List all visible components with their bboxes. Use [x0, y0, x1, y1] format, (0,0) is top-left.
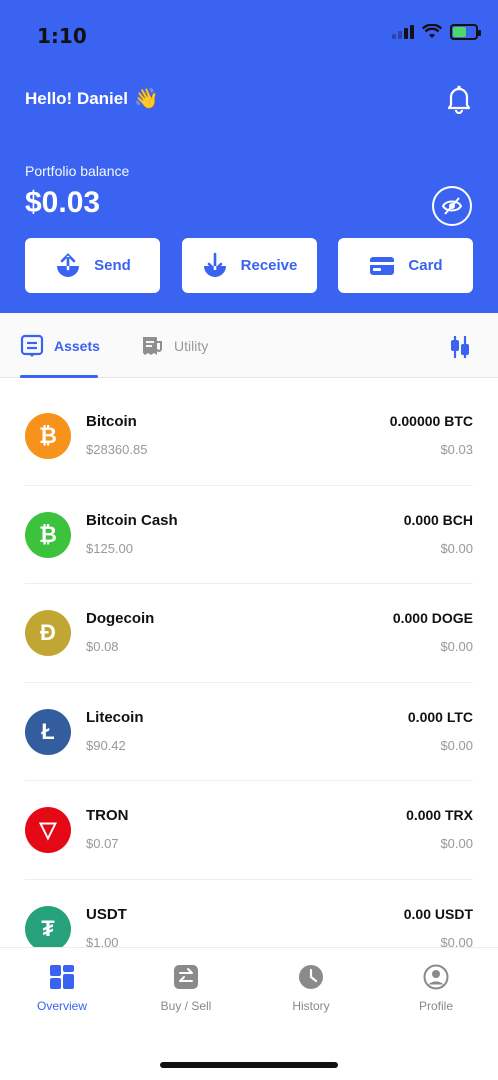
asset-name: Litecoin	[86, 708, 144, 726]
hide-balance-button[interactable]	[432, 186, 472, 226]
nav-overview[interactable]: Overview	[0, 964, 124, 1013]
asset-fiat-value: $0.00	[440, 836, 473, 851]
nav-profile-label: Profile	[418, 999, 453, 1013]
dashboard-grid-icon	[50, 965, 74, 989]
tron-icon: ▽	[25, 807, 71, 853]
send-button[interactable]: Send	[25, 238, 160, 293]
filter-sliders-icon[interactable]	[448, 335, 472, 359]
asset-name: Bitcoin	[86, 413, 137, 430]
bottom-nav: Overview Buy / Sell History Profile	[0, 947, 498, 1080]
action-buttons: Send Receive Card	[25, 238, 473, 293]
card-label: Card	[408, 257, 443, 274]
greeting: Hello! Daniel 👋	[25, 86, 159, 111]
bell-icon[interactable]	[446, 84, 472, 114]
asset-fiat-value: $0.00	[440, 737, 473, 753]
balance-label: Portfolio balance	[25, 163, 130, 179]
asset-row-dogecoin[interactable]: Ð Dogecoin $0.08 0.000 DOGE $0.00	[25, 584, 473, 683]
receive-download-icon	[203, 252, 226, 277]
clock-history-icon	[299, 965, 323, 989]
nav-buy-sell[interactable]: Buy / Sell	[124, 964, 248, 1013]
header: 1:10 Hello! Daniel 👋 Portfolio balance $…	[0, 0, 498, 313]
asset-amount: 0.00 USDT	[403, 905, 473, 922]
receipt-icon	[143, 336, 162, 355]
dogecoin-icon: Ð	[25, 610, 71, 656]
asset-amount: 0.00000 BTC	[389, 413, 473, 429]
asset-row-tron[interactable]: ▽ TRON $0.07 0.000 TRX $0.00	[25, 781, 473, 880]
receive-label: Receive	[240, 257, 298, 274]
wallet-list-icon	[20, 334, 44, 357]
card-icon	[370, 256, 395, 275]
eye-off-icon	[441, 197, 463, 215]
asset-amount: 0.000 BCH	[403, 511, 473, 528]
battery-icon	[450, 24, 481, 40]
asset-name: USDT	[86, 905, 127, 923]
send-label: Send	[94, 257, 131, 274]
tab-utility-label: Utility	[174, 337, 209, 354]
nav-buy-sell-label: Buy / Sell	[160, 999, 212, 1013]
asset-fiat-value: $0.00	[440, 540, 473, 556]
asset-amount: 0.000 DOGE	[392, 610, 473, 626]
cellular-signal-icon	[392, 25, 414, 39]
nav-profile[interactable]: Profile	[374, 964, 498, 1013]
send-upload-icon	[57, 252, 80, 277]
asset-amount: 0.000 LTC	[407, 708, 473, 725]
asset-list: ₿ Bitcoin $28360.85 0.00000 BTC $0.03 ₿ …	[0, 387, 498, 947]
active-tab-indicator	[20, 375, 98, 378]
nav-overview-label: Overview	[36, 999, 87, 1013]
nav-history[interactable]: History	[249, 964, 373, 1013]
balance-value: $0.03	[25, 186, 101, 219]
asset-price: $90.42	[86, 737, 126, 753]
exchange-arrows-icon	[174, 965, 198, 989]
asset-tabs: Assets Utility	[0, 313, 498, 378]
asset-price: $125.00	[86, 540, 133, 556]
home-indicator[interactable]	[160, 1062, 338, 1068]
nav-history-label: History	[292, 999, 330, 1013]
asset-row-usdt[interactable]: ₮ USDT $1.00 0.00 USDT $0.00	[25, 880, 473, 948]
asset-fiat-value: $0.03	[440, 442, 473, 457]
asset-name: Dogecoin	[86, 610, 155, 627]
asset-fiat-value: $0.00	[440, 934, 473, 948]
bitcoin-icon: ₿	[25, 413, 71, 459]
receive-button[interactable]: Receive	[181, 238, 317, 293]
tab-utility[interactable]: Utility	[140, 313, 208, 378]
tab-assets-label: Assets	[54, 337, 100, 354]
asset-fiat-value: $0.00	[440, 639, 473, 654]
asset-price: $0.08	[86, 639, 119, 654]
user-profile-icon	[423, 964, 449, 990]
asset-name: TRON	[86, 807, 129, 824]
asset-price: $0.07	[86, 836, 119, 851]
asset-row-bitcoin[interactable]: ₿ Bitcoin $28360.85 0.00000 BTC $0.03	[25, 387, 473, 486]
wifi-icon	[422, 24, 442, 38]
tether-icon: ₮	[25, 905, 71, 947]
status-time: 1:10	[37, 24, 87, 48]
asset-row-litecoin[interactable]: Ł Litecoin $90.42 0.000 LTC $0.00	[25, 683, 473, 781]
asset-row-bitcoin-cash[interactable]: ₿ Bitcoin Cash $125.00 0.000 BCH $0.00	[25, 486, 473, 584]
bitcoin-cash-icon: ₿	[25, 511, 71, 558]
tab-assets[interactable]: Assets	[20, 313, 100, 378]
wave-emoji: 👋	[133, 88, 159, 110]
status-icons	[392, 24, 481, 40]
asset-name: Bitcoin Cash	[86, 511, 178, 529]
litecoin-icon: Ł	[25, 708, 71, 755]
asset-amount: 0.000 TRX	[406, 807, 473, 823]
asset-price: $28360.85	[86, 442, 148, 457]
asset-price: $1.00	[86, 934, 119, 948]
card-button[interactable]: Card	[338, 238, 473, 293]
greeting-text: Hello! Daniel	[25, 88, 128, 108]
